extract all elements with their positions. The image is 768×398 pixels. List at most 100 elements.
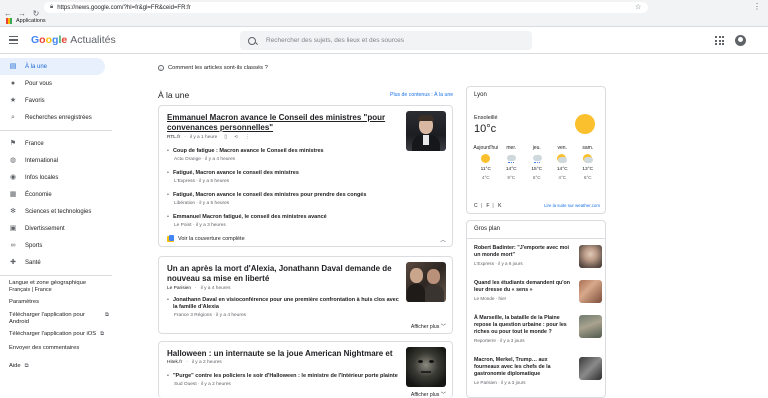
weather-temperature: 10°c (474, 123, 497, 135)
show-more-button[interactable]: Afficher plus ﹀ (411, 323, 446, 330)
in-depth-item-meta: Le Parisien · il y a 3 jours (474, 380, 526, 385)
sidebar-item-entertainment[interactable]: ▣ Divertissement (0, 220, 112, 237)
related-story[interactable]: Fatigué, Macron avance le conseil des mi… (167, 192, 402, 206)
related-story-meta: Libération · il y a 5 heures (174, 201, 230, 206)
weather-more-link[interactable]: Lire la suite sur weather.com (544, 203, 600, 208)
source-name[interactable]: Le Parisien (167, 286, 191, 291)
related-story[interactable]: Emmanuel Macron fatigué, le conseil des … (167, 214, 402, 228)
bookmark-star-icon[interactable]: ☆ (635, 3, 641, 11)
android-app-link[interactable]: Télécharger l'application pour Android ⧉ (0, 312, 112, 326)
in-depth-thumbnail[interactable] (579, 315, 602, 338)
unit-celsius[interactable]: C (474, 203, 478, 209)
sidebar-item-local[interactable]: ◉ Infos locales (0, 169, 112, 186)
forecast-day-label: ven. (557, 145, 567, 151)
sidebar-item-health[interactable]: ✚ Santé (0, 254, 112, 271)
related-story-title[interactable]: Fatigué, Macron avance le conseil des mi… (167, 170, 402, 177)
source-name: Le Monde (474, 296, 495, 301)
sidebar-item-for-you[interactable]: ● Pour vous (0, 75, 112, 92)
story-thumbnail[interactable] (406, 262, 446, 302)
sidebar-item-top-stories[interactable]: ▤ À la une (0, 58, 105, 75)
in-depth-thumbnail[interactable] (579, 245, 602, 268)
sidebar-item-science[interactable]: ✻ Sciences et technologies (0, 203, 112, 220)
in-depth-thumbnail[interactable] (579, 280, 602, 303)
source-name[interactable]: RTL.fr (167, 135, 180, 140)
in-depth-item[interactable]: Quand les étudiants demandent qu'on leur… (474, 280, 602, 303)
sidebar-item-sports[interactable]: ∞ Sports (0, 237, 112, 254)
story-headline[interactable]: Emmanuel Macron avance le Conseil des mi… (167, 113, 399, 133)
weather-condition: Ensoleillé (474, 115, 498, 121)
related-story[interactable]: Coup de fatigue : Macron avance le Conse… (167, 148, 402, 162)
story-time: il y a 2 heures (200, 382, 231, 387)
in-depth-item-title[interactable]: Quand les étudiants demandent qu'on leur… (474, 280, 574, 294)
story-headline[interactable]: Halloween : un internaute se la joue Ame… (167, 349, 399, 359)
product-name: Actualités (70, 34, 116, 46)
in-depth-item-title[interactable]: À Marseille, la bataille de la Plaine re… (474, 315, 574, 336)
sidebar-item-favorites[interactable]: ★ Favoris (0, 92, 112, 109)
bookmark-applications[interactable]: Applications (16, 18, 46, 24)
ranking-info-link[interactable]: i Comment les articles sont-ils classés … (158, 65, 268, 71)
ios-app-link[interactable]: Télécharger l'application pour iOS ⧉ (0, 331, 112, 338)
in-depth-item[interactable]: À Marseille, la bataille de la Plaine re… (474, 315, 602, 343)
sidebar-item-economy[interactable]: ▦ Économie (0, 186, 112, 203)
language-region-link[interactable]: Langue et zone géographique (0, 280, 112, 287)
lock-icon: 🔒︎ (50, 4, 54, 10)
related-story-title[interactable]: Jonathann Daval en visioconférence pour … (167, 297, 402, 311)
related-story-title[interactable]: Emmanuel Macron fatigué, le conseil des … (167, 214, 402, 221)
menu-icon[interactable] (9, 36, 18, 46)
related-story-title[interactable]: Fatigué, Macron avance le conseil des mi… (167, 192, 402, 199)
source-name[interactable]: Hitek.fr (167, 360, 182, 365)
sidebar-item-international[interactable]: ◍ International (0, 152, 112, 169)
story-thumbnail[interactable] (406, 111, 446, 151)
in-depth-thumbnail[interactable] (579, 357, 602, 380)
sidebar-item-saved-searches[interactable]: ⌕ Recherches enregistrées (0, 109, 112, 126)
bike-icon: ∞ (10, 241, 16, 249)
related-story[interactable]: Jonathann Daval en visioconférence pour … (167, 297, 402, 318)
sidebar-item-label: Économie (25, 191, 52, 198)
related-story-title[interactable]: "Purge" contre les policiers le soir d'H… (167, 373, 402, 380)
google-news-logo[interactable]: Google Actualités (31, 34, 116, 46)
in-depth-item-meta: Reporterre · il y a 3 jours (474, 338, 525, 343)
show-more-label: Afficher plus (410, 324, 440, 330)
search-icon: ⌕ (11, 113, 15, 121)
forecast-day: jeu. 15°C 6°C (524, 145, 550, 180)
external-link-icon: ⧉ (105, 312, 109, 318)
more-top-stories-link[interactable]: Plus de contenus : À la une (390, 92, 453, 98)
chevron-up-icon[interactable]: ︿ (440, 235, 446, 244)
search-input[interactable]: Rechercher des sujets, des lieux et des … (240, 31, 532, 50)
story-meta: Le Parisien · il y a 4 heures (167, 286, 230, 291)
source-name: Actu Orange (174, 157, 201, 162)
full-coverage-link[interactable]: Voir la couverture complète (167, 235, 245, 242)
weather-city[interactable]: Lyon (474, 92, 487, 98)
forecast-high: 15°C (531, 167, 543, 172)
related-story-title[interactable]: Coup de fatigue : Macron avance le Conse… (167, 148, 402, 155)
more-options-icon[interactable]: ⋮ (245, 135, 250, 140)
health-icon: ✚ (10, 258, 16, 266)
sidebar-item-france[interactable]: ⚑ France (0, 135, 112, 152)
url-bar[interactable]: 🔒︎ https://news.google.com/?hl=fr&gl=FR&… (44, 2, 648, 13)
separator: | (480, 203, 482, 209)
related-story[interactable]: Fatigué, Macron avance le conseil des mi… (167, 170, 402, 184)
forecast-day: ven. 14°C 4°C (550, 145, 576, 180)
in-depth-item[interactable]: Robert Badinter: "J'emporte avec moi un … (474, 245, 602, 268)
share-icon[interactable]: ⋖ (234, 135, 238, 140)
star-icon: ★ (9, 96, 17, 104)
bookmark-icon[interactable]: ▯ (224, 135, 227, 140)
feedback-link[interactable]: Envoyer des commentaires (0, 345, 112, 352)
full-coverage-icon (167, 235, 174, 242)
url-text: https://news.google.com/?hl=fr&gl=FR&cei… (57, 4, 191, 11)
source-name: Reporterre (474, 338, 496, 343)
browser-menu-icon[interactable]: ⋮ (753, 2, 761, 11)
in-depth-item-title[interactable]: Macron, Merkel, Trump… aux fourneaux ave… (474, 357, 574, 378)
unit-fahrenheit[interactable]: F (486, 203, 489, 209)
in-depth-item[interactable]: Macron, Merkel, Trump… aux fourneaux ave… (474, 357, 602, 385)
settings-link[interactable]: Paramètres (0, 299, 112, 306)
related-story[interactable]: "Purge" contre les policiers le soir d'H… (167, 373, 402, 387)
avatar[interactable] (735, 35, 746, 46)
in-depth-item-title[interactable]: Robert Badinter: "J'emporte avec moi un … (474, 245, 574, 259)
show-more-button[interactable]: Afficher plus ﹀ (411, 391, 446, 398)
unit-kelvin[interactable]: K (498, 203, 501, 209)
story-thumbnail[interactable] (406, 347, 446, 387)
story-headline[interactable]: Un an après la mort d'Alexia, Jonathann … (167, 264, 399, 284)
help-link[interactable]: Aide ⧉ (0, 363, 112, 370)
apps-grid-icon[interactable] (715, 36, 724, 45)
